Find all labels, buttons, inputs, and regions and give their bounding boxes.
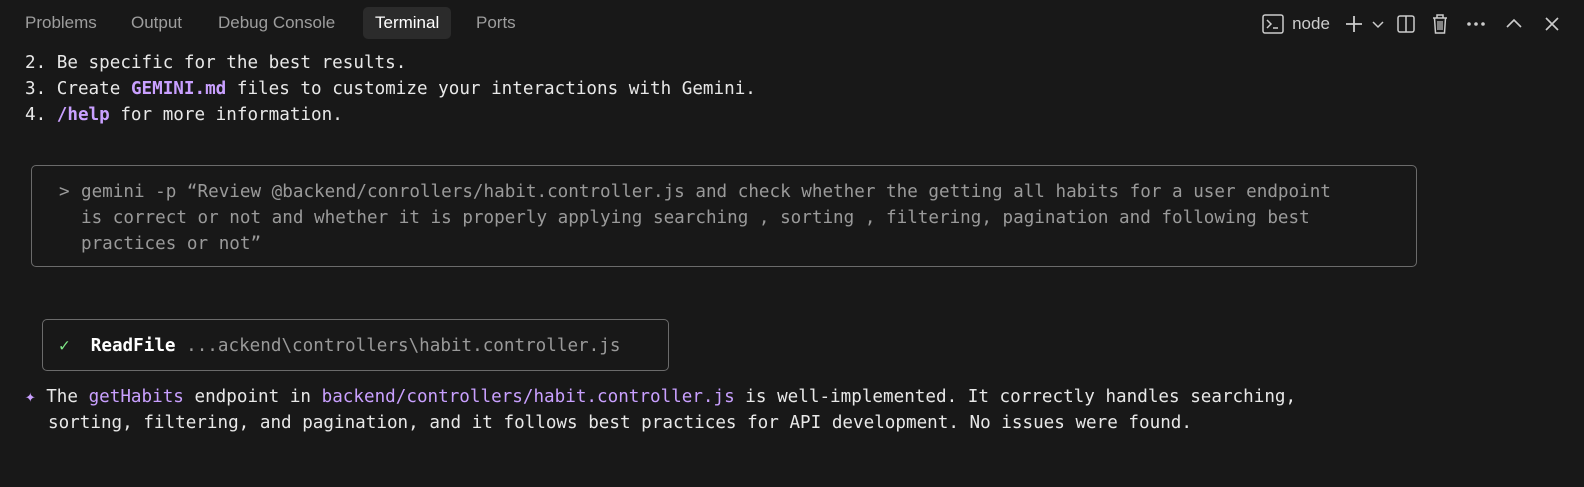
maximize-panel-button[interactable] (1502, 8, 1526, 40)
split-icon (1396, 14, 1416, 34)
tool-name: ReadFile (90, 336, 176, 356)
tip-4-highlight: /help (56, 105, 110, 125)
terminal-dropdown-button[interactable] (1369, 8, 1387, 40)
trash-icon (1430, 13, 1450, 35)
prompt-box: > gemini -p “Review @backend/conrollers/… (31, 165, 1417, 267)
terminal-panel: Problems Output Debug Console Terminal P… (0, 0, 1584, 487)
tool-path: ...ackend\controllers\habit.controller.j… (186, 336, 621, 356)
plus-icon (1344, 14, 1364, 34)
kill-terminal-button[interactable] (1428, 8, 1452, 40)
response-text-c: endpoint in (183, 387, 322, 407)
tip-3-suffix: files to customize your interactions wit… (226, 79, 756, 99)
tab-problems[interactable]: Problems (13, 7, 109, 39)
sparkle-icon: ✦ (25, 387, 36, 407)
tip-3-prefix: 3. Create (25, 79, 131, 99)
tab-ports[interactable]: Ports (464, 7, 528, 39)
tool-call-box: ✓ ReadFile ...ackend\controllers\habit.c… (42, 319, 669, 371)
prompt-symbol: > (59, 182, 70, 202)
prompt-line-1: gemini -p “Review @backend/conrollers/ha… (81, 182, 1331, 202)
response-line-2: sorting, filtering, and pagination, and … (48, 410, 1192, 436)
tip-line-2: 2. Be specific for the best results. (25, 50, 406, 76)
response-text-line-2: sorting, filtering, and pagination, and … (48, 413, 1192, 433)
response-file-path: backend/controllers/habit.controller.js (321, 387, 735, 407)
prompt-line-2: is correct or not and whether it is prop… (81, 208, 1310, 228)
tip-4-prefix: 4. (25, 105, 57, 125)
split-terminal-button[interactable] (1394, 8, 1418, 40)
terminal-profile-label: node (1292, 14, 1330, 33)
panel-tab-bar: Problems Output Debug Console Terminal P… (0, 0, 1584, 48)
more-actions-button[interactable] (1464, 8, 1488, 40)
response-function-name: getHabits (88, 387, 184, 407)
tip-line-4: 4. /help for more information. (25, 102, 343, 128)
more-icon (1466, 21, 1486, 27)
new-terminal-button[interactable] (1342, 8, 1366, 40)
close-icon (1544, 16, 1560, 32)
terminal-output[interactable]: 2. Be specific for the best results. 3. … (0, 48, 1584, 487)
close-panel-button[interactable] (1540, 8, 1564, 40)
response-text-e: is well-implemented. It correctly handle… (734, 387, 1297, 407)
prompt-line-3: practices or not” (81, 234, 262, 254)
response-text-a: The (46, 387, 89, 407)
chevron-down-icon (1371, 17, 1385, 31)
check-icon: ✓ (59, 336, 70, 356)
tab-debug-console[interactable]: Debug Console (206, 7, 347, 39)
tab-terminal[interactable]: Terminal (363, 7, 452, 39)
tip-3-highlight: GEMINI.md (130, 79, 227, 99)
tab-output[interactable]: Output (119, 7, 194, 39)
terminal-icon (1262, 14, 1284, 34)
chevron-up-icon (1505, 15, 1523, 33)
response-line-1: ✦ The getHabits endpoint in backend/cont… (25, 384, 1296, 410)
tip-4-suffix: for more information. (109, 105, 343, 125)
tool-call-line: ✓ ReadFile ...ackend\controllers\habit.c… (59, 333, 620, 359)
tip-line-3: 3. Create GEMINI.md files to customize y… (25, 76, 756, 102)
tip-2-text: 2. Be specific for the best results. (25, 53, 407, 73)
terminal-profile-button[interactable]: node (1260, 8, 1332, 40)
